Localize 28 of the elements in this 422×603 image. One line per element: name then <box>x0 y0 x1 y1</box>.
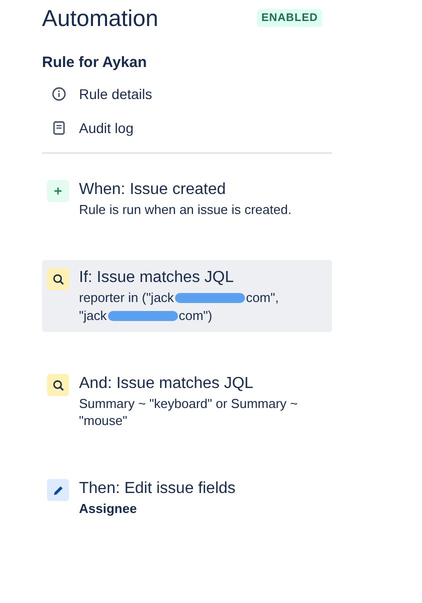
step-detail: com") <box>178 307 212 324</box>
step-title: If: Issue matches JQL <box>79 268 235 288</box>
step-title: When: Issue created <box>79 180 227 200</box>
pencil-icon <box>52 484 64 496</box>
rule-step[interactable]: Then: Edit issue fields Assignee <box>42 471 332 525</box>
search-icon <box>52 274 64 284</box>
redaction-mark <box>174 292 245 302</box>
rule-step[interactable]: If: Issue matches JQL reporter in ("jack com", "jack com") <box>42 260 332 332</box>
nav-link[interactable]: Rule details <box>52 82 152 106</box>
redaction-mark <box>108 310 178 320</box>
rule-step[interactable]: When: Issue created Rule is run when an issue is created. <box>42 172 332 226</box>
step-detail: "jack <box>79 307 107 324</box>
step-title: Then: Edit issue fields <box>79 479 236 499</box>
rule-step[interactable]: And: Issue matches JQL Summary ~ "keyboard" or Summary ~ "mouse" <box>42 366 332 437</box>
step-detail: Assignee <box>79 500 137 517</box>
step-detail: reporter in ("jack <box>79 289 174 306</box>
page-title: Automation <box>42 4 158 32</box>
step-detail: Rule is run when an issue is created. <box>79 201 292 218</box>
plus-icon <box>54 187 62 195</box>
rule-name: Rule for Aykan <box>42 54 148 72</box>
document-icon <box>53 121 65 135</box>
step-detail: com", <box>246 289 279 306</box>
step-title: And: Issue matches JQL <box>79 374 254 394</box>
info-icon <box>52 87 66 101</box>
nav-link[interactable]: Audit log <box>52 116 134 140</box>
step-detail: Summary ~ "keyboard" or Summary ~ "mouse" <box>79 395 299 429</box>
status-badge: ENABLED <box>257 8 322 28</box>
search-icon <box>52 380 64 390</box>
